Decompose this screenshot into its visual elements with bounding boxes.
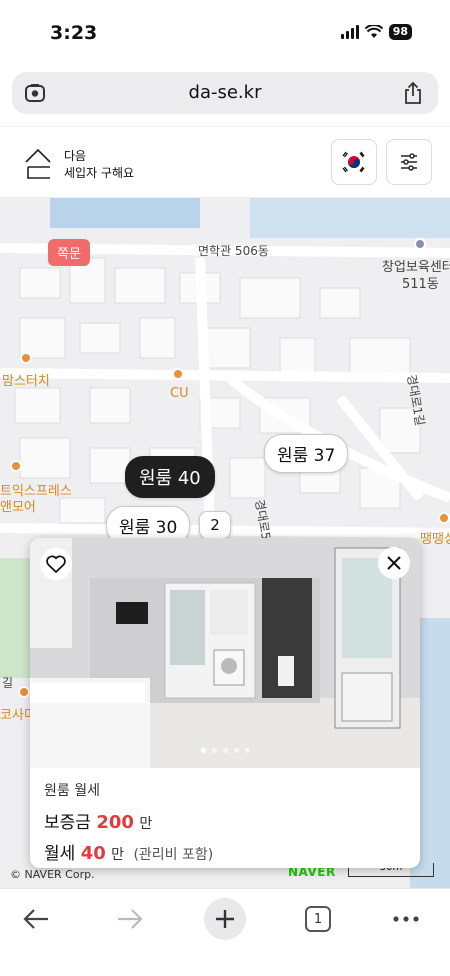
rent-note: (관리비 포함) — [133, 847, 214, 863]
map-label-building: 면학관 506동 — [198, 244, 269, 258]
brand-line-2: 세입자 구해요 — [64, 166, 135, 180]
map-label-road-left: 길 — [2, 676, 14, 690]
more-button[interactable] — [384, 897, 428, 941]
deposit-value: 200 — [96, 812, 134, 833]
map-tag-gate: 쪽문 — [48, 239, 90, 266]
url-text[interactable]: da-se.kr — [12, 82, 438, 103]
poi-cu[interactable]: CU — [170, 386, 189, 401]
brand-line-1: 다음 — [64, 149, 87, 163]
status-time: 3:23 — [50, 22, 98, 44]
forward-button[interactable] — [108, 897, 152, 941]
poi-express-2[interactable]: 앤모어 — [0, 496, 36, 515]
arrow-right-icon — [118, 909, 143, 929]
listing-info: 원룸 월세 보증금 200 만 월세 40 만 (관리비 포함) — [44, 780, 213, 864]
back-button[interactable] — [14, 897, 58, 941]
listing-type: 원룸 월세 — [44, 783, 100, 799]
cafe-icon — [10, 460, 22, 472]
center-marker-icon — [414, 238, 426, 250]
status-icons: 98 — [340, 24, 412, 40]
shop-icon — [438, 512, 450, 524]
listing-card[interactable]: 원룸 월세 보증금 200 만 월세 40 만 (관리비 포함) — [30, 538, 420, 868]
tabs-button[interactable]: 1 — [296, 897, 340, 941]
map-label-center-no: 511동 — [402, 277, 439, 292]
rent-row: 월세 40 만 (관리비 포함) — [44, 839, 213, 864]
heart-icon — [46, 555, 66, 573]
pagination-dot[interactable] — [244, 748, 250, 753]
favorite-button[interactable] — [40, 548, 72, 580]
convenience-store-icon — [172, 368, 184, 380]
map-copyright: © NAVER Corp. — [10, 868, 95, 881]
restaurant-icon — [20, 352, 32, 364]
deposit-unit: 만 — [139, 816, 153, 832]
language-button[interactable] — [331, 139, 377, 185]
rent-unit: 만 — [111, 847, 125, 863]
photo-pagination[interactable] — [30, 748, 420, 753]
rent-label: 월세 — [44, 844, 76, 864]
signal-icon — [340, 25, 359, 39]
address-bar[interactable]: da-se.kr — [12, 72, 438, 114]
room-photo-illustration — [30, 538, 420, 768]
deposit-row: 보증금 200 만 — [44, 808, 213, 833]
logo-icon[interactable] — [24, 147, 52, 181]
poi-left-icon — [18, 686, 30, 698]
new-tab-button[interactable] — [204, 898, 246, 940]
close-card-button[interactable] — [378, 547, 410, 579]
listing-photo[interactable] — [30, 538, 420, 768]
pagination-dot[interactable] — [233, 748, 239, 753]
tabs-count: 1 — [305, 906, 331, 932]
browser-toolbar: 1 — [0, 888, 450, 976]
rent-value: 40 — [80, 843, 106, 864]
pagination-dot[interactable] — [200, 748, 206, 753]
plus-icon — [216, 910, 234, 928]
poi-momstouch[interactable]: 맘스터치 — [2, 370, 50, 389]
more-icon — [393, 916, 419, 922]
share-icon[interactable] — [402, 81, 424, 105]
sliders-icon — [401, 153, 417, 171]
filter-button[interactable] — [386, 139, 432, 185]
status-bar: 3:23 98 — [0, 0, 450, 64]
arrow-left-icon — [23, 909, 48, 929]
korea-flag-icon — [342, 151, 365, 173]
listing-pin-37[interactable]: 원룸 37 — [264, 434, 349, 473]
deposit-label: 보증금 — [44, 813, 91, 833]
battery-indicator: 98 — [388, 24, 412, 40]
pagination-dot[interactable] — [222, 748, 228, 753]
app-header: 다음 세입자 구해요 — [0, 126, 450, 198]
listing-cluster-count[interactable]: 2 — [199, 511, 231, 539]
poi-ttang[interactable]: 땡땡싱 — [420, 528, 450, 547]
close-icon — [387, 556, 401, 570]
listing-pin-40-selected[interactable]: 원룸 40 — [125, 456, 215, 498]
pagination-dot[interactable] — [211, 748, 217, 753]
wifi-icon — [364, 25, 383, 38]
